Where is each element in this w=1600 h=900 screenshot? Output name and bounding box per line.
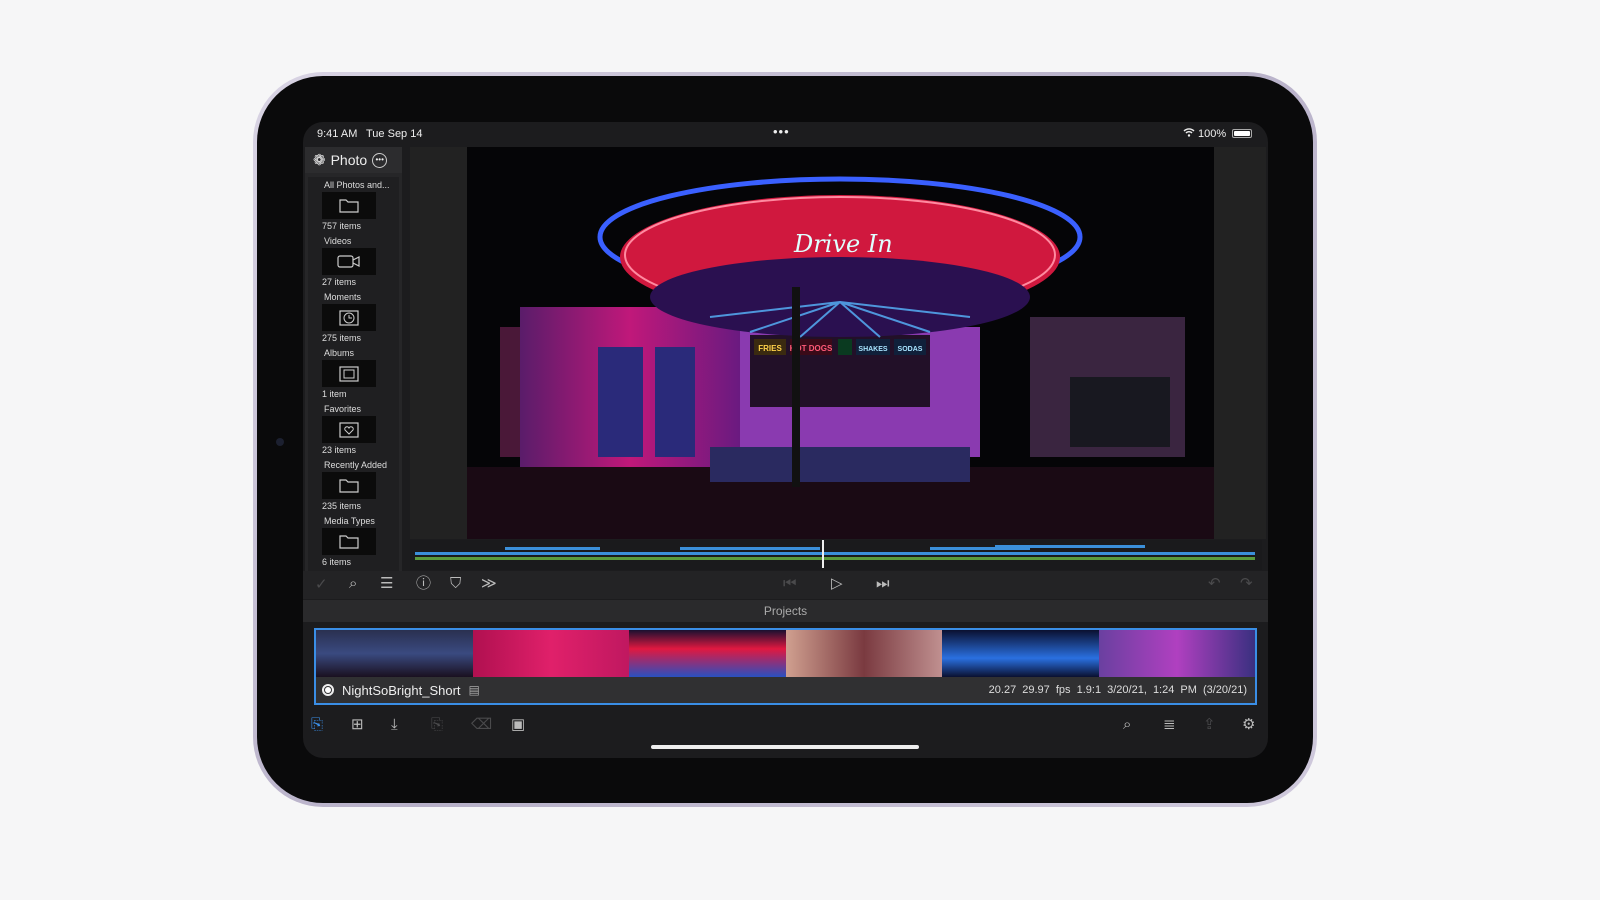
sidebar-header: ❁ Photo ••• [305, 147, 402, 173]
project-name: NightSoBright_Short [342, 682, 461, 698]
sidebar: ❁ Photo ••• All Photos and... 757 items V… [305, 147, 402, 571]
sidebar-item-videos[interactable]: Videos 27 items [308, 235, 399, 291]
neon-sign-text: Drive In [793, 230, 893, 258]
projects-header: Projects [303, 600, 1268, 622]
new-project-icon[interactable]: ⊞ [351, 717, 364, 733]
item-label: Media Types [324, 516, 375, 526]
duplicate-icon[interactable]: ⎘ [431, 717, 443, 733]
app-screen: 9:41 AM Tue Sep 14 ••• 100% ❁ Photo ••• … [303, 122, 1268, 758]
import-project-icon[interactable]: ⎘ [311, 717, 323, 733]
sidebar-item-favorites[interactable]: Favorites 23 items [308, 403, 399, 459]
item-count: 1 item [322, 389, 347, 399]
battery-icon [1232, 129, 1252, 138]
sign-fries: FRIES [758, 344, 782, 353]
info-icon[interactable]: ⓘ [416, 576, 431, 592]
notes-icon[interactable]: ▤ [469, 683, 480, 697]
clock-icon [322, 304, 376, 331]
archive-icon[interactable]: ▣ [511, 717, 525, 733]
item-count: 27 items [322, 277, 357, 287]
video-viewer[interactable]: FRIES HOT DOGS SHAKES SODAS Drive In [410, 147, 1266, 539]
fps: 29.97 fps [1022, 684, 1071, 696]
sidebar-item-albums[interactable]: Albums 1 item [308, 347, 399, 403]
folder-icon [322, 472, 376, 499]
modified-date: 3/20/21, 1:24 PM [1107, 684, 1197, 696]
thumbnail-face [785, 630, 942, 677]
status-time: 9:41 AM [317, 128, 358, 140]
sidebar-title: Photo [330, 152, 368, 168]
item-count: 6 items [322, 557, 352, 567]
item-label: Recently Added [324, 460, 388, 470]
multitask-dots[interactable]: ••• [773, 124, 790, 139]
timeline-tracks [415, 540, 1255, 568]
thumbnail-palms [316, 630, 473, 677]
heart-icon [322, 416, 376, 443]
playhead[interactable] [822, 540, 824, 568]
thumbnail-sign [629, 630, 786, 677]
aspect-ratio: 1.9:1 [1076, 684, 1102, 696]
item-count: 275 items [322, 333, 362, 343]
item-label: All Photos and... [324, 180, 390, 190]
timeline-scrubber[interactable] [410, 540, 1262, 570]
list-icon[interactable]: ☰ [380, 576, 393, 592]
trash-icon[interactable]: ⌫ [471, 717, 492, 733]
sidebar-item-recently-added[interactable]: Recently Added 235 items [308, 459, 399, 515]
duration: 20.27 [988, 684, 1017, 696]
home-indicator[interactable] [651, 745, 919, 749]
item-label: Moments [324, 292, 362, 302]
project-filmstrip [316, 630, 1255, 677]
created-date: (3/20/21) [1202, 684, 1247, 696]
projects-toolbar: ⎘ ⊞ ⤓ ⎘ ⌫ ▣ ⌕ ≣ ⇪ ⚙ [303, 710, 1268, 740]
wifi-icon [1183, 127, 1195, 140]
settings-gear-icon[interactable]: ⚙ [1242, 717, 1255, 733]
front-camera [276, 438, 284, 446]
project-card[interactable]: NightSoBright_Short ▤ 20.27 29.97 fps 1.… [314, 628, 1257, 705]
marker-add-icon[interactable]: ⛉ [450, 576, 461, 592]
item-label: Favorites [324, 404, 362, 414]
folder-icon [322, 528, 376, 555]
item-count: 235 items [322, 501, 362, 511]
project-info: NightSoBright_Short ▤ 20.27 29.97 fps 1.… [316, 677, 1255, 703]
project-metadata: 20.27 29.97 fps 1.9:1 3/20/21, 1:24 PM (… [989, 684, 1247, 696]
skip-forward-icon[interactable]: ⏭ [876, 576, 890, 592]
source-list: All Photos and... 757 items Videos 27 item… [308, 177, 399, 571]
sidebar-item-all-photos[interactable]: All Photos and... 757 items [308, 179, 399, 235]
share-icon[interactable]: ⇪ [1203, 717, 1216, 733]
item-count: 23 items [322, 445, 357, 455]
sidebar-item-media-types[interactable]: Media Types 6 items [308, 515, 399, 571]
sign-sodas: SODAS [898, 346, 923, 353]
search-icon[interactable]: ⌕ [349, 576, 357, 592]
redo-icon[interactable]: ↷ [1240, 576, 1253, 592]
undo-icon[interactable]: ↶ [1208, 576, 1221, 592]
search-icon[interactable]: ⌕ [1123, 717, 1131, 733]
folder-icon [322, 192, 376, 219]
checkmark-icon[interactable]: ✓ [315, 577, 328, 593]
status-bar: 9:41 AM Tue Sep 14 ••• 100% [303, 122, 1268, 146]
video-frame: FRIES HOT DOGS SHAKES SODAS Drive In [467, 147, 1214, 539]
video-camera-icon [322, 248, 376, 275]
sign-shakes: SHAKES [858, 346, 888, 353]
sort-icon[interactable]: ≣ [1163, 717, 1176, 733]
thumbnail-portrait [472, 630, 629, 677]
item-label: Videos [324, 236, 352, 246]
viewer-toolbar: ✓ ⌕ ☰ ⓘ ⛉ ≫ ⏮ ▷ ⏭ ↶ ↷ [303, 571, 1268, 599]
item-label: Albums [324, 348, 355, 358]
battery-percent: 100% [1198, 128, 1227, 140]
album-icon [322, 360, 376, 387]
play-button[interactable]: ▷ [831, 576, 843, 592]
thumbnail-building [1098, 630, 1255, 677]
flower-icon: ❁ [313, 152, 326, 169]
status-date: Tue Sep 14 [366, 128, 423, 140]
thumbnail-window [942, 630, 1099, 677]
audio-add-icon[interactable]: ≫ [481, 576, 497, 592]
select-radio[interactable] [322, 684, 334, 696]
item-count: 757 items [322, 221, 362, 231]
download-icon[interactable]: ⤓ [391, 717, 398, 733]
skip-back-icon[interactable]: ⏮ [783, 576, 797, 592]
more-options-icon[interactable]: ••• [372, 152, 388, 168]
sidebar-item-moments[interactable]: Moments 275 items [308, 291, 399, 347]
